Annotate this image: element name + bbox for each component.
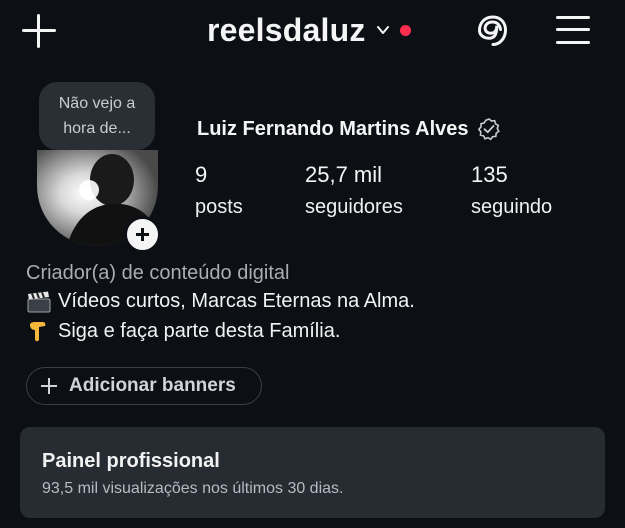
add-banners-label: Adicionar banners [69, 375, 236, 396]
account-switcher[interactable]: reelsdaluz [207, 10, 411, 50]
profile-category: Criador(a) de conteúdo digital [26, 262, 290, 284]
note-line-1: Não vejo a [58, 95, 136, 112]
bio-line-2: Siga e faça parte desta Família. [26, 320, 340, 343]
threads-icon[interactable] [475, 12, 511, 50]
top-bar: reelsdaluz [0, 0, 625, 62]
panel-title: Painel profissional [42, 450, 220, 472]
chevron-down-icon [376, 26, 389, 34]
add-story-icon[interactable] [124, 216, 161, 253]
notification-dot [399, 24, 411, 36]
stat-following[interactable]: 135 seguindo [471, 160, 552, 222]
full-name-row: Luiz Fernando Martins Alves [197, 117, 501, 141]
stat-followers-label: seguidores [305, 196, 403, 218]
stat-posts[interactable]: 9 posts [195, 160, 243, 222]
stat-followers-value: 25,7 mil [305, 162, 383, 187]
bio-line-1: Vídeos curtos, Marcas Eternas na Alma. [26, 290, 415, 313]
plus-icon [41, 378, 57, 394]
clapper-board-icon [27, 291, 51, 312]
username: reelsdaluz [207, 11, 366, 48]
pointing-down-hand-icon [30, 321, 46, 341]
add-banners-button[interactable]: Adicionar banners [26, 367, 262, 405]
hamburger-menu-icon[interactable] [556, 14, 590, 46]
stat-following-label: seguindo [471, 196, 553, 218]
bio-line-1-text: Vídeos curtos, Marcas Eternas na Alma. [58, 290, 415, 312]
note-bubble[interactable]: Não vejo a hora de... [39, 82, 155, 150]
stat-followers[interactable]: 25,7 mil seguidores [305, 160, 403, 222]
bio-line-2-text: Siga e faça parte desta Família. [58, 320, 341, 342]
stat-posts-label: posts [195, 196, 243, 218]
create-plus-icon[interactable] [20, 12, 58, 50]
note-line-2: hora de... [63, 120, 131, 137]
panel-subtitle: 93,5 mil visualizações nos últimos 30 di… [42, 480, 344, 497]
verified-badge-icon [477, 118, 500, 141]
full-name: Luiz Fernando Martins Alves [197, 117, 469, 140]
stat-posts-value: 9 [195, 162, 208, 187]
stat-following-value: 135 [471, 162, 508, 187]
professional-dashboard-card[interactable]: Painel profissional 93,5 mil visualizaçõ… [20, 427, 605, 518]
